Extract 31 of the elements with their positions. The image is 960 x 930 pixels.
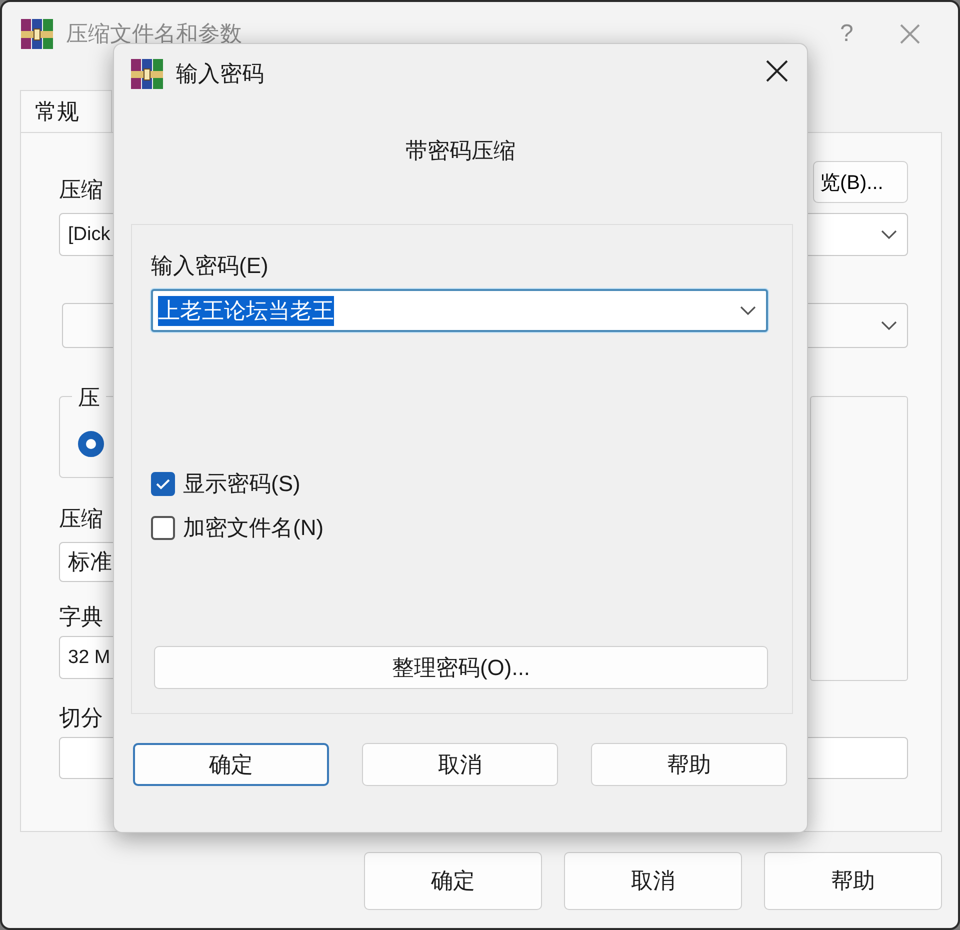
dialog-title: 输入密码 xyxy=(176,60,265,88)
dialog-button[interactable]: 帮助 xyxy=(591,743,787,786)
password-text: 上老王论坛当老王 xyxy=(158,296,334,326)
books-icon xyxy=(20,18,54,50)
window-title: 压缩文件名和参数 xyxy=(66,20,243,48)
field-label: 压缩 xyxy=(59,506,103,532)
dialog-button[interactable]: 确定 xyxy=(364,852,542,910)
password-field[interactable]: 上老王论坛当老王 xyxy=(151,289,768,332)
close-icon[interactable] xyxy=(765,59,789,83)
field-label: 压缩 xyxy=(59,177,103,203)
dialog-button[interactable]: 取消 xyxy=(362,743,558,786)
field-label: 切分 xyxy=(59,705,103,731)
browse-button[interactable]: 览(B)... xyxy=(813,161,908,203)
chevron-down-icon xyxy=(881,320,897,330)
checkbox[interactable] xyxy=(151,472,175,496)
organize-passwords-button[interactable]: 整理密码(O)... xyxy=(154,646,768,689)
field-label: 字典 xyxy=(59,604,103,630)
dialog-button[interactable]: 确定 xyxy=(133,743,329,786)
checkbox-label[interactable]: 加密文件名(N) xyxy=(183,513,324,543)
dialog-heading: 带密码压缩 xyxy=(404,137,516,165)
checkbox-label[interactable]: 显示密码(S) xyxy=(183,469,300,499)
radio-button[interactable] xyxy=(78,431,104,457)
field-label: 输入密码(E) xyxy=(151,253,270,279)
books-icon xyxy=(130,58,164,90)
chevron-down-icon xyxy=(881,230,897,240)
checkmark-icon xyxy=(155,478,171,490)
chevron-down-icon xyxy=(740,306,756,316)
dialog-button[interactable]: 帮助 xyxy=(764,852,942,910)
checkbox[interactable] xyxy=(151,516,175,540)
tab[interactable]: 常规 xyxy=(20,90,112,132)
dialog-button[interactable]: 取消 xyxy=(564,852,742,910)
